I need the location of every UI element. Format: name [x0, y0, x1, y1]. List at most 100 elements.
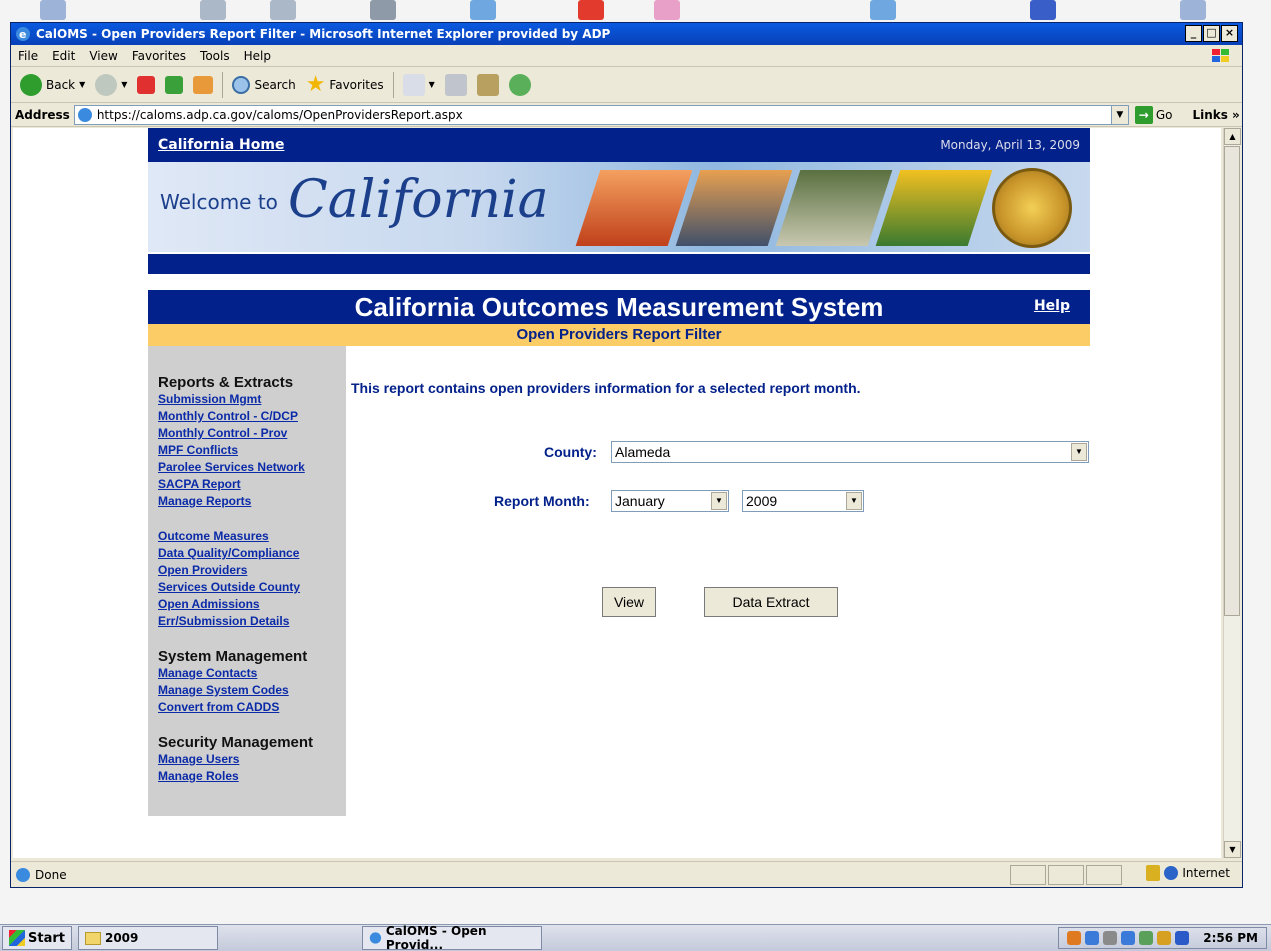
tray-icon[interactable] — [1067, 931, 1082, 945]
refresh-button[interactable] — [160, 70, 188, 100]
page-title: Open Providers Report Filter — [148, 324, 1090, 346]
stop-icon — [137, 75, 156, 94]
start-button[interactable]: Start — [2, 926, 72, 950]
county-select[interactable]: Alameda ▼ — [611, 441, 1089, 463]
report-month-label: Report Month: — [494, 493, 590, 509]
tray-icon[interactable] — [1085, 931, 1100, 945]
menu-edit[interactable]: Edit — [45, 49, 82, 63]
sidebar-link-sacpa-report[interactable]: SACPA Report — [158, 476, 346, 493]
maximize-button[interactable]: □ — [1203, 25, 1220, 42]
vertical-scrollbar[interactable]: ▲ ▼ — [1223, 128, 1241, 858]
tray-icon[interactable] — [1175, 931, 1190, 945]
sidebar-link-parolee-services[interactable]: Parolee Services Network — [158, 459, 346, 476]
zone-label: Internet — [1182, 866, 1230, 880]
tray-icon[interactable] — [1121, 931, 1136, 945]
sidebar-link-err-submission-details[interactable]: Err/Submission Details — [158, 613, 346, 630]
close-button[interactable]: × — [1221, 25, 1238, 42]
sidebar-link-mpf-conflicts[interactable]: MPF Conflicts — [158, 442, 346, 459]
stop-button[interactable] — [132, 70, 160, 100]
sidebar-link-monthly-control-prov[interactable]: Monthly Control - Prov — [158, 425, 346, 442]
sidebar-link-submission-mgmt[interactable]: Submission Mgmt — [158, 391, 346, 408]
desktop-icon[interactable] — [470, 0, 496, 20]
mail-button[interactable]: ▼ — [398, 70, 440, 100]
chevron-down-icon[interactable]: ▼ — [846, 492, 862, 510]
scroll-up-button[interactable]: ▲ — [1224, 128, 1241, 145]
links-button[interactable]: Links » — [1192, 108, 1239, 122]
tray-icon[interactable] — [1139, 931, 1154, 945]
chevron-down-icon: ▼ — [79, 80, 86, 89]
toolbar-divider — [222, 71, 224, 98]
menu-file[interactable]: File — [11, 49, 45, 63]
sidebar-link-monthly-control-cdcp[interactable]: Monthly Control - C/DCP — [158, 408, 346, 425]
county-label: County: — [544, 444, 597, 460]
sidebar-link-data-quality[interactable]: Data Quality/Compliance — [158, 545, 346, 562]
title-bar[interactable]: e CalOMS - Open Providers Report Filter … — [11, 23, 1242, 45]
refresh-icon — [165, 75, 184, 94]
favorites-button[interactable]: ★ Favorites — [301, 70, 389, 100]
go-button[interactable]: → Go — [1134, 105, 1172, 124]
desktop-icon[interactable] — [370, 0, 396, 20]
desktop-icon[interactable] — [270, 0, 296, 20]
sidebar-link-manage-reports[interactable]: Manage Reports — [158, 493, 346, 510]
pdf-icon[interactable] — [578, 0, 604, 20]
sidebar-link-open-admissions[interactable]: Open Admissions — [158, 596, 346, 613]
waterfall-photo — [775, 170, 893, 246]
year-value: 2009 — [746, 493, 778, 509]
toolbar: Back ▼ ▼ Search ★ Favorites ▼ — [11, 67, 1242, 103]
back-button[interactable]: Back ▼ — [15, 70, 90, 100]
sidebar-link-manage-contacts[interactable]: Manage Contacts — [158, 665, 346, 682]
search-button[interactable]: Search — [227, 70, 300, 100]
tray-icon[interactable] — [1103, 931, 1118, 945]
desktop-icon[interactable] — [1180, 0, 1206, 20]
messenger-button[interactable] — [504, 70, 536, 100]
chevron-down-icon[interactable]: ▼ — [1071, 443, 1087, 461]
taskbar-folder-2009[interactable]: 2009 — [77, 926, 218, 950]
scroll-thumb[interactable] — [1224, 146, 1240, 616]
address-input[interactable]: https://caloms.adp.ca.gov/caloms/OpenPro… — [73, 104, 1129, 125]
data-extract-button[interactable]: Data Extract — [704, 587, 838, 617]
menu-help[interactable]: Help — [237, 49, 278, 63]
home-icon — [193, 75, 214, 94]
california-home-link[interactable]: California Home — [158, 137, 284, 153]
menu-favorites[interactable]: Favorites — [125, 49, 193, 63]
year-select[interactable]: 2009 ▼ — [742, 490, 864, 512]
clock[interactable]: 2:56 PM — [1203, 931, 1258, 945]
sidebar-link-manage-users[interactable]: Manage Users — [158, 751, 346, 768]
home-button[interactable] — [188, 70, 218, 100]
word-icon[interactable] — [1030, 0, 1056, 20]
tray-icon[interactable] — [1157, 931, 1172, 945]
scroll-down-button[interactable]: ▼ — [1224, 841, 1241, 858]
desktop-icon[interactable] — [870, 0, 896, 20]
research-button[interactable] — [472, 70, 504, 100]
search-label: Search — [254, 77, 296, 92]
desktop-icon[interactable] — [40, 0, 66, 20]
status-text: Done — [35, 867, 67, 882]
system-title: California Outcomes Measurement System — [354, 291, 884, 322]
security-zone[interactable]: Internet — [1146, 865, 1230, 881]
minimize-button[interactable]: _ — [1185, 25, 1202, 42]
forward-button[interactable]: ▼ — [90, 70, 132, 100]
status-pane — [1010, 865, 1046, 885]
menu-tools[interactable]: Tools — [193, 49, 237, 63]
help-link[interactable]: Help — [1034, 298, 1070, 314]
menu-view[interactable]: View — [82, 49, 124, 63]
chevron-down-icon[interactable]: ▼ — [711, 492, 727, 510]
address-dropdown-button[interactable]: ▼ — [1110, 105, 1128, 124]
sidebar-link-services-outside-county[interactable]: Services Outside County — [158, 579, 346, 596]
taskbar-caloms-window[interactable]: CalOMS - Open Provid... — [361, 924, 542, 951]
sidebar-link-convert-from-cadds[interactable]: Convert from CADDS — [158, 699, 346, 716]
page-done-icon — [16, 867, 30, 882]
ie-icon — [369, 932, 382, 944]
sidebar-link-outcome-measures[interactable]: Outcome Measures — [158, 528, 346, 545]
sidebar-link-manage-system-codes[interactable]: Manage System Codes — [158, 682, 346, 699]
taskbar-window-label: CalOMS - Open Provid... — [385, 924, 487, 951]
month-select[interactable]: January ▼ — [611, 490, 729, 512]
print-button[interactable] — [440, 70, 472, 100]
view-button[interactable]: View — [602, 587, 656, 617]
start-label: Start — [28, 930, 65, 946]
pdf-icon[interactable] — [654, 0, 680, 20]
sidebar-link-manage-roles[interactable]: Manage Roles — [158, 768, 346, 785]
sidebar-link-open-providers[interactable]: Open Providers — [158, 562, 346, 579]
desktop-icon[interactable] — [200, 0, 226, 20]
